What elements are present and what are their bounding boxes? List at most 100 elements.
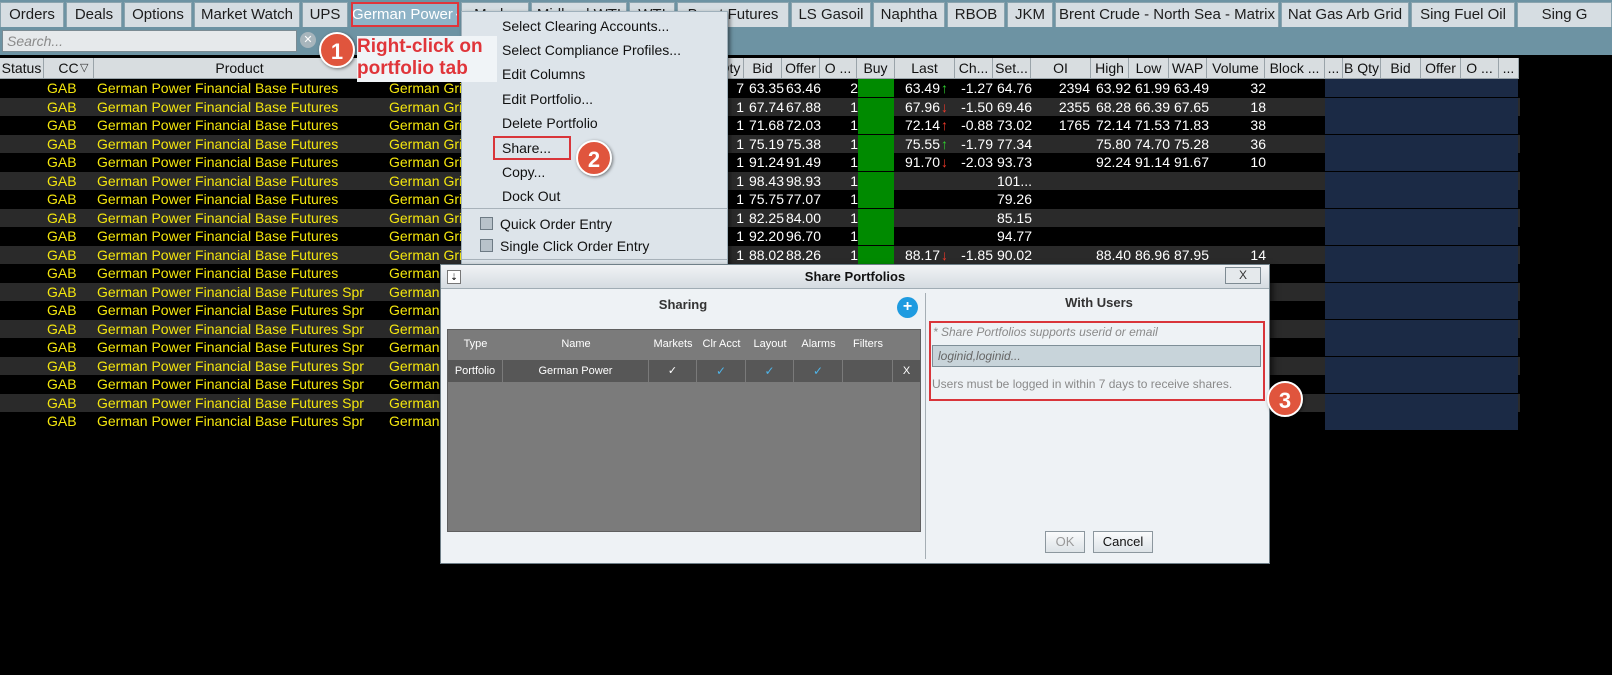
- depth-cells: [1325, 264, 1518, 282]
- table-row[interactable]: GAB German Power Financial Base Futures Ge…: [0, 227, 1520, 245]
- table-row[interactable]: GAB German Power Financial Base Futures Ge…: [0, 153, 1520, 171]
- tab-rbob[interactable]: RBOB: [947, 2, 1005, 27]
- column-header[interactable]: Bid: [1381, 58, 1421, 79]
- buy-cell[interactable]: [858, 97, 894, 116]
- column-header[interactable]: Status: [0, 58, 44, 79]
- column-header[interactable]: O ...: [820, 58, 857, 79]
- column-header[interactable]: Bid: [744, 58, 782, 79]
- tab-german-power[interactable]: German Power▾: [351, 2, 459, 27]
- menu-item-edit-portfolio[interactable]: Edit Portfolio...: [502, 91, 593, 107]
- column-header[interactable]: Offer: [1421, 58, 1461, 79]
- column-header[interactable]: Block ...: [1265, 58, 1325, 79]
- dock-icon[interactable]: ⇣: [447, 270, 461, 284]
- tab-menu-arrow-icon[interactable]: ▾: [456, 11, 458, 22]
- tab-options[interactable]: Options: [124, 2, 192, 27]
- buy-cell[interactable]: [858, 208, 894, 227]
- menu-item-quick-order-entry[interactable]: Quick Order Entry: [500, 216, 612, 232]
- add-share-button[interactable]: +: [897, 297, 918, 318]
- buy-cell[interactable]: [858, 227, 894, 245]
- column-header[interactable]: High: [1091, 58, 1129, 79]
- column-header[interactable]: Low: [1129, 58, 1169, 79]
- cell-oi: [1034, 172, 1090, 190]
- buy-cell[interactable]: [858, 171, 894, 190]
- col-clr-acct[interactable]: Clr Acct: [697, 330, 746, 358]
- tab-brent-crude-matrix[interactable]: Brent Crude - North Sea - Matrix: [1055, 2, 1279, 27]
- ok-button[interactable]: OK: [1045, 531, 1085, 553]
- column-header[interactable]: WAP: [1169, 58, 1207, 79]
- buy-cell[interactable]: [858, 134, 894, 153]
- tab-naphtha[interactable]: Naphtha: [873, 2, 945, 27]
- table-row[interactable]: GAB German Power Financial Base Futures Ge…: [0, 245, 1520, 264]
- menu-item-single-click-order-entry[interactable]: Single Click Order Entry: [500, 238, 649, 254]
- col-layout[interactable]: Layout: [746, 330, 794, 358]
- menu-item-dock-out[interactable]: Dock Out: [502, 188, 560, 204]
- menu-item-delete-portfolio[interactable]: Delete Portfolio: [502, 115, 598, 131]
- cell-offer: 77.07: [785, 191, 821, 207]
- filter-icon[interactable]: ▽: [80, 58, 88, 78]
- cell-offer: 88.26: [785, 246, 821, 263]
- clear-search-icon[interactable]: ✕: [300, 32, 316, 48]
- table-row[interactable]: GAB German Power Financial Base Futures Ge…: [0, 190, 1520, 208]
- column-header[interactable]: Set...: [993, 58, 1031, 79]
- column-header[interactable]: Last: [895, 58, 955, 79]
- menu-item-edit-columns[interactable]: Edit Columns: [502, 66, 585, 82]
- tab-ups[interactable]: UPS: [302, 2, 348, 27]
- table-row[interactable]: GAB German Power Financial Base Futures Ge…: [0, 134, 1520, 153]
- column-header[interactable]: Ch...: [955, 58, 993, 79]
- tab-sing-fuel-oil[interactable]: Sing Fuel Oil: [1411, 2, 1515, 27]
- column-header[interactable]: O ...: [1461, 58, 1499, 79]
- cell-vol: 10: [1250, 154, 1266, 170]
- column-header[interactable]: Buy: [857, 58, 895, 79]
- up-arrow-icon: ↑: [941, 117, 948, 133]
- buy-cell[interactable]: [858, 116, 894, 134]
- tab-jkm[interactable]: JKM: [1007, 2, 1053, 27]
- cell-product: German Power Financial Base Futures Spr: [97, 376, 364, 392]
- col-markets[interactable]: Markets: [649, 330, 697, 358]
- menu-item-select-compliance-profiles[interactable]: Select Compliance Profiles...: [502, 42, 681, 58]
- quick-order-entry-checkbox[interactable]: [480, 217, 493, 230]
- cell-oi: [1034, 227, 1090, 245]
- col-filters[interactable]: Filters: [843, 330, 893, 358]
- menu-item-copy[interactable]: Copy...: [502, 164, 545, 180]
- table-row[interactable]: GAB German Power Financial Base Futures Ge…: [0, 208, 1520, 227]
- column-header[interactable]: ...: [1325, 58, 1343, 79]
- markets-checkbox[interactable]: ✓: [649, 360, 697, 382]
- tab-market-watch[interactable]: Market Watch: [194, 2, 300, 27]
- alarms-checkbox[interactable]: ✓: [794, 360, 843, 382]
- cell-hub: German Gri: [389, 228, 463, 244]
- cancel-button[interactable]: Cancel: [1093, 531, 1153, 553]
- col-alarms[interactable]: Alarms: [794, 330, 843, 358]
- table-row[interactable]: Portfolio German Power ✓ ✓ ✓ ✓ X: [448, 360, 920, 382]
- buy-cell[interactable]: [858, 190, 894, 208]
- table-row[interactable]: GAB German Power Financial Base Futures Ge…: [0, 116, 1520, 134]
- remove-share-button[interactable]: X: [893, 360, 920, 382]
- tab-orders[interactable]: Orders: [0, 2, 64, 27]
- table-row[interactable]: GAB German Power Financial Base Futures Ge…: [0, 171, 1520, 190]
- dialog-close-button[interactable]: X: [1225, 267, 1261, 284]
- column-header[interactable]: ...: [1499, 58, 1519, 79]
- buy-cell[interactable]: [858, 245, 894, 264]
- menu-item-select-clearing-accounts[interactable]: Select Clearing Accounts...: [502, 18, 669, 34]
- buy-cell[interactable]: [858, 153, 894, 171]
- column-header[interactable]: Offer: [782, 58, 820, 79]
- clr-acct-checkbox[interactable]: ✓: [697, 360, 746, 382]
- tab-deals[interactable]: Deals: [66, 2, 122, 27]
- column-header[interactable]: OI: [1031, 58, 1091, 79]
- layout-checkbox[interactable]: ✓: [746, 360, 794, 382]
- column-header[interactable]: Volume: [1207, 58, 1265, 79]
- tab-ls-gasoil[interactable]: LS Gasoil: [791, 2, 871, 27]
- cell-cc: GAB: [47, 283, 77, 300]
- table-row[interactable]: GAB German Power Financial Base Futures Ge…: [0, 79, 1520, 97]
- tab-nat-gas-arb-grid[interactable]: Nat Gas Arb Grid: [1281, 2, 1409, 27]
- filters-checkbox[interactable]: [843, 360, 893, 382]
- column-header[interactable]: B Qty: [1343, 58, 1381, 79]
- buy-cell[interactable]: [858, 79, 894, 97]
- tab-sing-g[interactable]: Sing G: [1517, 2, 1612, 27]
- single-click-order-entry-checkbox[interactable]: [480, 239, 493, 252]
- table-row[interactable]: GAB German Power Financial Base Futures Ge…: [0, 97, 1520, 116]
- col-name[interactable]: Name: [503, 330, 649, 358]
- col-type[interactable]: Type: [448, 330, 503, 358]
- users-input[interactable]: loginid,loginid...: [932, 345, 1261, 367]
- search-input[interactable]: Search...: [2, 30, 297, 52]
- cell-chg: -1.79: [961, 135, 993, 152]
